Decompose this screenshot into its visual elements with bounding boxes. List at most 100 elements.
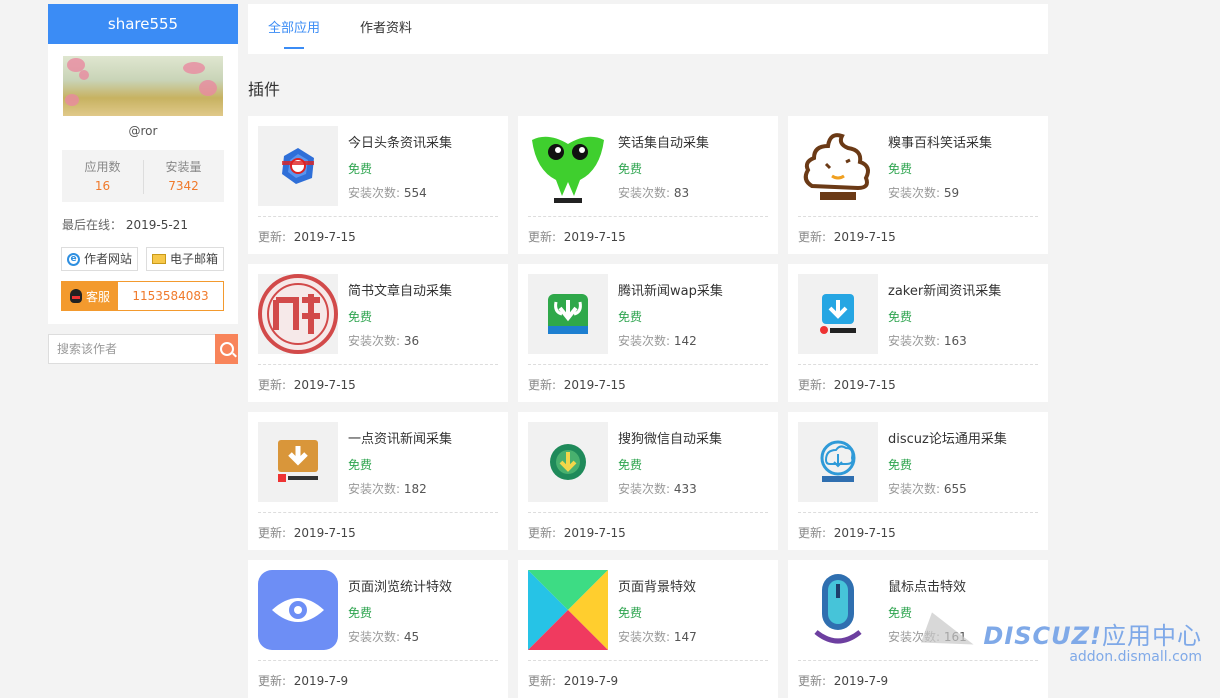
- plugin-price: 免费: [618, 606, 643, 620]
- installs-label: 安装次数:: [618, 482, 671, 496]
- stat-value: 7342: [168, 179, 199, 193]
- update-label: 更新:: [798, 378, 827, 392]
- plugin-installs: 安装次数: 142: [618, 332, 697, 349]
- mouse-icon[interactable]: [798, 570, 878, 650]
- plugin-card[interactable]: 简书文章自动采集 免费 安装次数: 36 更新: 2019-7-15: [248, 264, 508, 402]
- plugin-installs: 安装次数: 163: [888, 332, 967, 349]
- search-icon: [219, 342, 234, 356]
- installs-value: 83: [673, 186, 690, 200]
- update-value: 2019-7-9: [563, 674, 619, 688]
- avatar-blossom: [79, 70, 89, 80]
- plugin-card[interactable]: discuz论坛通用采集 免费 安装次数: 655 更新: 2019-7-15: [788, 412, 1048, 550]
- card-divider: [798, 512, 1038, 513]
- card-divider: [798, 364, 1038, 365]
- plugin-title[interactable]: 鼠标点击特效: [888, 576, 966, 595]
- update-value: 2019-7-15: [563, 378, 626, 392]
- tab-author-profile[interactable]: 作者资料: [360, 4, 412, 54]
- update-label: 更新:: [528, 526, 557, 540]
- installs-label: 安装次数:: [348, 630, 401, 644]
- plugin-card[interactable]: zaker新闻资讯采集 免费 安装次数: 163 更新: 2019-7-15: [788, 264, 1048, 402]
- discuz-icon[interactable]: [798, 422, 878, 502]
- last-online: 最后在线： 2019-5-21: [62, 216, 238, 233]
- author-name[interactable]: share555: [48, 4, 238, 44]
- plugin-update: 更新: 2019-7-15: [528, 376, 626, 393]
- play-triangle-icon[interactable]: [528, 570, 608, 650]
- avatar-blossom: [183, 62, 205, 74]
- plugin-update: 更新: 2019-7-15: [258, 228, 356, 245]
- plugin-card[interactable]: 页面背景特效 免费 安装次数: 147 更新: 2019-7-9: [518, 560, 778, 698]
- stat-label: 应用数: [84, 160, 121, 174]
- tencent-news-icon[interactable]: [528, 274, 608, 354]
- plugin-price: 免费: [618, 162, 643, 176]
- customer-service-button[interactable]: 客服 1153584083: [61, 281, 224, 311]
- installs-label: 安装次数:: [618, 630, 671, 644]
- author-website-button[interactable]: e 作者网站: [61, 247, 139, 271]
- avatar[interactable]: [63, 56, 223, 116]
- author-sidebar: share555 @ror 应用数 16 安装量 7342 最后在线： 2019…: [48, 4, 238, 364]
- plugin-card[interactable]: 腾讯新闻wap采集 免费 安装次数: 142 更新: 2019-7-15: [518, 264, 778, 402]
- card-divider: [258, 660, 498, 661]
- sogou-weixin-icon[interactable]: [528, 422, 608, 502]
- installs-label: 安装次数:: [618, 334, 671, 348]
- card-divider: [528, 364, 768, 365]
- installs-label: 安装次数:: [618, 186, 671, 200]
- plugin-title[interactable]: 今日头条资讯采集: [348, 132, 452, 151]
- main-content: 全部应用 作者资料 插件 今日头条资讯采集 免费 安装次数: 554 更新: 2…: [248, 4, 1048, 698]
- zaker-icon[interactable]: [798, 274, 878, 354]
- card-divider: [528, 216, 768, 217]
- xiaohuaji-icon[interactable]: [528, 126, 608, 206]
- plugin-update: 更新: 2019-7-15: [258, 376, 356, 393]
- plugin-card[interactable]: 搜狗微信自动采集 免费 安装次数: 433 更新: 2019-7-15: [518, 412, 778, 550]
- watermark-brand: DISCUZ!应用中心: [983, 616, 1202, 651]
- plugin-grid: 今日头条资讯采集 免费 安装次数: 554 更新: 2019-7-15 笑话集自…: [248, 116, 1048, 698]
- plugin-card[interactable]: 一点资讯新闻采集 免费 安装次数: 182 更新: 2019-7-15: [248, 412, 508, 550]
- plugin-title[interactable]: 搜狗微信自动采集: [618, 428, 722, 447]
- plugin-card[interactable]: 笑话集自动采集 免费 安装次数: 83 更新: 2019-7-15: [518, 116, 778, 254]
- tab-all-apps[interactable]: 全部应用: [268, 4, 320, 54]
- installs-label: 安装次数:: [888, 482, 941, 496]
- plugin-installs: 安装次数: 147: [618, 628, 697, 645]
- installs-value: 163: [943, 334, 967, 348]
- plugin-title[interactable]: 页面背景特效: [618, 576, 696, 595]
- eye-icon[interactable]: [258, 570, 338, 650]
- plugin-title[interactable]: 一点资讯新闻采集: [348, 428, 452, 447]
- stat-value: 16: [94, 179, 111, 193]
- plugin-title[interactable]: zaker新闻资讯采集: [888, 280, 1001, 299]
- browser-icon: e: [67, 252, 80, 266]
- mail-icon: [152, 254, 167, 264]
- update-value: 2019-7-15: [563, 230, 626, 244]
- search-input[interactable]: [48, 334, 215, 364]
- plugin-title[interactable]: 页面浏览统计特效: [348, 576, 452, 595]
- plugin-update: 更新: 2019-7-15: [528, 228, 626, 245]
- plugin-update: 更新: 2019-7-15: [798, 376, 896, 393]
- plugin-price: 免费: [348, 162, 373, 176]
- plugin-update: 更新: 2019-7-9: [798, 672, 888, 689]
- update-label: 更新:: [258, 378, 287, 392]
- stat-label: 安装量: [165, 160, 202, 174]
- plugin-update: 更新: 2019-7-15: [258, 524, 356, 541]
- plugin-title[interactable]: 笑话集自动采集: [618, 132, 709, 151]
- qiushibaike-icon[interactable]: [798, 126, 878, 206]
- plugin-price: 免费: [888, 458, 913, 472]
- search-button[interactable]: [215, 334, 238, 364]
- author-email-button[interactable]: 电子邮箱: [146, 247, 225, 271]
- plugin-card[interactable]: 今日头条资讯采集 免费 安装次数: 554 更新: 2019-7-15: [248, 116, 508, 254]
- card-divider: [528, 660, 768, 661]
- author-stats: 应用数 16 安装量 7342: [62, 150, 224, 202]
- update-value: 2019-7-15: [293, 378, 356, 392]
- tab-bar: 全部应用 作者资料: [248, 4, 1048, 54]
- plugin-title[interactable]: 糗事百科笑话采集: [888, 132, 992, 151]
- installs-value: 147: [673, 630, 697, 644]
- plugin-title[interactable]: 简书文章自动采集: [348, 280, 452, 299]
- watermark-url: addon.dismall.com: [1069, 649, 1202, 665]
- watermark-brand-cn: 应用中心: [1102, 622, 1202, 650]
- jianshu-icon[interactable]: [258, 274, 338, 354]
- toutiao-icon[interactable]: [258, 126, 338, 206]
- yidian-icon[interactable]: [258, 422, 338, 502]
- plugin-title[interactable]: 腾讯新闻wap采集: [618, 280, 723, 299]
- plugin-card[interactable]: 页面浏览统计特效 免费 安装次数: 45 更新: 2019-7-9: [248, 560, 508, 698]
- card-divider: [258, 512, 498, 513]
- plugin-card[interactable]: 糗事百科笑话采集 免费 安装次数: 59 更新: 2019-7-15: [788, 116, 1048, 254]
- card-divider: [258, 216, 498, 217]
- plugin-title[interactable]: discuz论坛通用采集: [888, 428, 1007, 447]
